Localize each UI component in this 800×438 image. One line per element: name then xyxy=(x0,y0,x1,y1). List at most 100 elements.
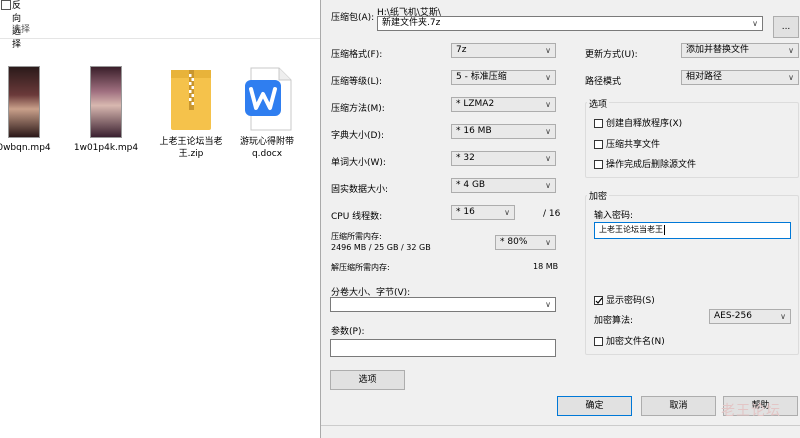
delete-after-checkbox[interactable]: 操作完成后删除源文件 xyxy=(594,157,696,170)
update-mode-select[interactable]: 添加并替换文件 ∨ xyxy=(681,43,799,58)
password-value: 上老王论坛当老王 xyxy=(599,225,663,234)
mem-compress-value: * 80% xyxy=(500,237,528,247)
word-value: * 32 xyxy=(456,153,475,163)
level-value: 5 - 标准压缩 xyxy=(456,72,507,82)
cancel-button[interactable]: 取消 xyxy=(641,396,716,416)
sfx-label: 创建自释放程序(X) xyxy=(606,119,683,129)
method-value: * LZMA2 xyxy=(456,99,495,109)
explorer-ribbon: 反向选择 选择 xyxy=(0,0,320,50)
chevron-down-icon: ∨ xyxy=(752,19,758,28)
path-mode-label: 路径模式 xyxy=(585,77,622,87)
path-mode-select[interactable]: 相对路径 ∨ xyxy=(681,70,799,85)
mem-compress-label: 压缩所需内存: xyxy=(331,232,382,241)
solid-label: 固实数据大小: xyxy=(331,185,389,195)
level-select[interactable]: 5 - 标准压缩 ∨ xyxy=(451,70,556,85)
password-label: 输入密码: xyxy=(594,211,634,221)
text-caret xyxy=(664,224,665,235)
path-mode-value: 相对路径 xyxy=(686,72,723,82)
options-button[interactable]: 选项 xyxy=(330,370,405,390)
format-select[interactable]: 7z ∨ xyxy=(451,43,556,58)
password-input[interactable]: 上老王论坛当老王 xyxy=(594,222,791,239)
format-value: 7z xyxy=(456,45,467,55)
word-select[interactable]: * 32 ∨ xyxy=(451,151,556,166)
encryption-method-value: AES-256 xyxy=(714,311,752,321)
zip-folder-icon xyxy=(169,66,213,132)
archive-name-combo[interactable]: 新建文件夹.7z ∨ xyxy=(377,16,763,31)
mem-compress-detail: 2496 MB / 25 GB / 32 GB xyxy=(331,243,431,252)
solid-select[interactable]: * 4 GB ∨ xyxy=(451,178,556,193)
file-name: 0wbqn.mp4 xyxy=(0,143,51,153)
dialog-bottom-divider xyxy=(321,425,800,426)
chevron-down-icon: ∨ xyxy=(545,127,551,136)
archive-name-value: 新建文件夹.7z xyxy=(382,18,441,28)
shared-label: 压缩共享文件 xyxy=(606,140,661,150)
method-label: 压缩方法(M): xyxy=(331,104,385,114)
split-size-combo[interactable]: ∨ xyxy=(330,297,556,312)
add-to-archive-dialog: 压缩包(A): H:\纸飞机\艾斯\ 新建文件夹.7z ∨ ... 压缩格式(F… xyxy=(320,0,800,438)
video-thumbnail-icon xyxy=(90,66,122,138)
encrypt-filenames-checkbox[interactable]: 加密文件名(N) xyxy=(594,334,665,347)
solid-value: * 4 GB xyxy=(456,180,486,190)
encryption-method-select[interactable]: AES-256 ∨ xyxy=(709,309,791,324)
chevron-down-icon: ∨ xyxy=(788,46,794,55)
file-name: 游玩心得附带q.docx xyxy=(239,137,294,159)
chevron-down-icon: ∨ xyxy=(504,208,510,217)
method-select[interactable]: * LZMA2 ∨ xyxy=(451,97,556,112)
encryption-method-label: 加密算法: xyxy=(594,316,634,326)
chevron-down-icon: ∨ xyxy=(545,100,551,109)
cpu-value: * 16 xyxy=(456,207,475,217)
file-name: 上老王论坛当老王.zip xyxy=(159,137,223,159)
options-group-title: 选项 xyxy=(587,97,610,110)
wps-doc-icon xyxy=(241,66,293,132)
encrypt-filenames-label: 加密文件名(N) xyxy=(606,337,665,347)
watermark-text: 老王论坛 xyxy=(721,403,781,419)
params-input[interactable] xyxy=(330,339,556,357)
level-label: 压缩等级(L): xyxy=(331,77,383,87)
cpu-label: CPU 线程数: xyxy=(331,212,383,222)
mem-decompress-label: 解压缩所需内存: xyxy=(331,263,390,272)
chevron-down-icon: ∨ xyxy=(545,238,551,247)
file-name: 1w01p4k.mp4 xyxy=(73,143,139,153)
browse-label: ... xyxy=(781,22,791,32)
mem-decompress-value: 18 MB xyxy=(533,262,559,271)
chevron-down-icon: ∨ xyxy=(545,181,551,190)
checkbox-unchecked-icon xyxy=(594,140,603,149)
chevron-down-icon: ∨ xyxy=(545,73,551,82)
ok-button[interactable]: 确定 xyxy=(557,396,632,416)
encryption-group-title: 加密 xyxy=(587,189,610,202)
mem-compress-select[interactable]: * 80% ∨ xyxy=(495,235,556,250)
file-item-video-2[interactable]: 1w01p4k.mp4 xyxy=(67,66,145,154)
sfx-checkbox[interactable]: 创建自释放程序(X) xyxy=(594,116,682,129)
show-password-checkbox[interactable]: 显示密码(S) xyxy=(594,293,655,306)
file-explorer-pane: 反向选择 选择 0wbqn.mp4 1w01p4k.mp4 上老王论坛当老王.z… xyxy=(0,0,320,438)
dict-select[interactable]: * 16 MB ∨ xyxy=(451,124,556,139)
update-mode-label: 更新方式(U): xyxy=(585,50,638,60)
cpu-select[interactable]: * 16 ∨ xyxy=(451,205,515,220)
file-item-zip[interactable]: 上老王论坛当老王.zip xyxy=(152,66,230,160)
word-label: 单词大小(W): xyxy=(331,158,386,168)
cancel-label: 取消 xyxy=(669,401,688,411)
file-item-video-1[interactable]: 0wbqn.mp4 xyxy=(0,66,63,154)
checkbox-unchecked-icon xyxy=(594,119,603,128)
checkbox-unchecked-icon xyxy=(594,160,603,169)
invert-selection-icon xyxy=(1,0,11,10)
chevron-down-icon: ∨ xyxy=(545,154,551,163)
delete-label: 操作完成后删除源文件 xyxy=(606,160,697,170)
chevron-down-icon: ∨ xyxy=(545,46,551,55)
browse-button[interactable]: ... xyxy=(773,16,799,38)
video-thumbnail-icon xyxy=(8,66,40,138)
cpu-total: / 16 xyxy=(543,209,561,219)
chevron-down-icon: ∨ xyxy=(780,312,786,321)
checkbox-checked-icon xyxy=(594,296,603,305)
options-button-label: 选项 xyxy=(358,375,377,385)
update-mode-value: 添加并替换文件 xyxy=(686,45,750,55)
checkbox-unchecked-icon xyxy=(594,337,603,346)
file-item-docx[interactable]: 游玩心得附带q.docx xyxy=(228,66,306,160)
shared-files-checkbox[interactable]: 压缩共享文件 xyxy=(594,137,660,150)
ribbon-group-select-label: 选择 xyxy=(12,25,31,35)
ok-label: 确定 xyxy=(585,401,604,411)
archive-label: 压缩包(A): xyxy=(331,13,375,23)
params-label: 参数(P): xyxy=(331,327,365,337)
format-label: 压缩格式(F): xyxy=(331,50,383,60)
dict-label: 字典大小(D): xyxy=(331,131,384,141)
